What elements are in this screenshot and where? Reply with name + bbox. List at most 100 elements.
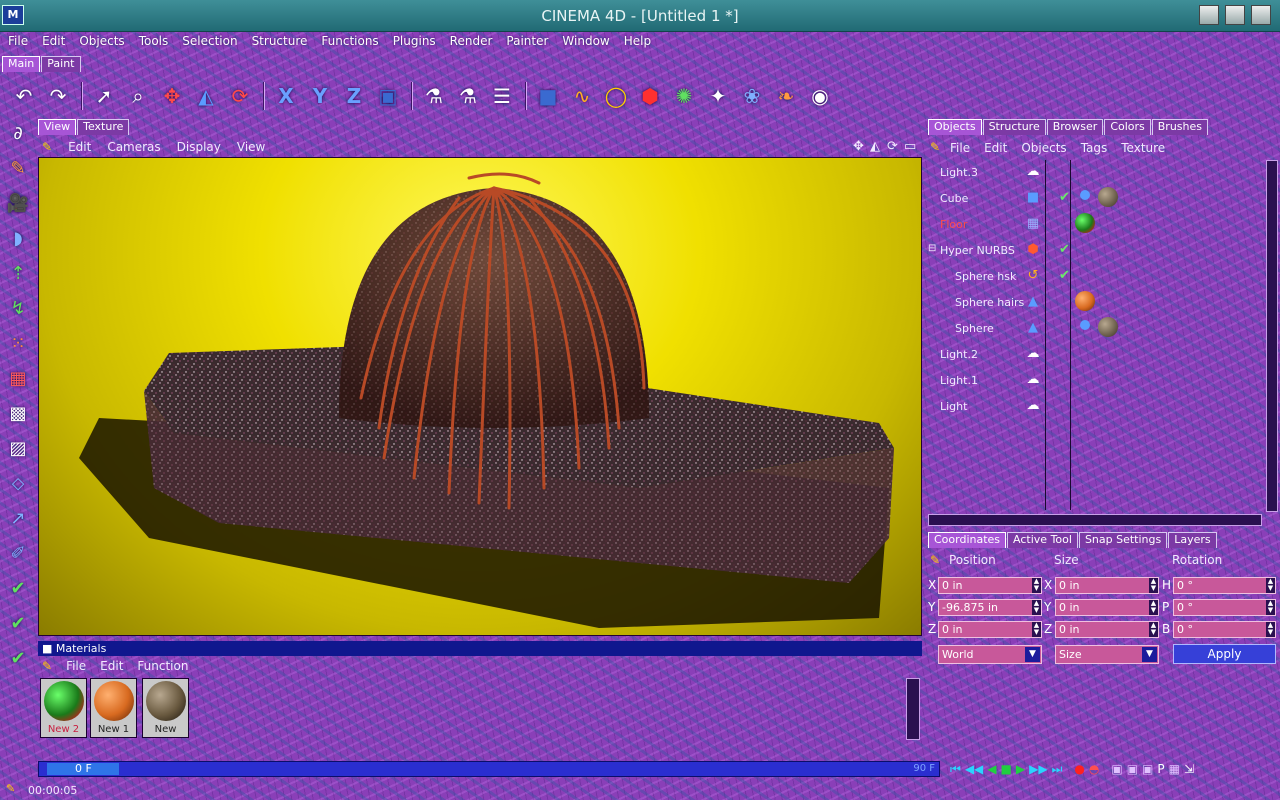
object-row[interactable]: ⊟ Hyper NURBS ⬢ ✔	[928, 238, 1258, 264]
object-name[interactable]: Light	[940, 400, 967, 413]
key-position-icon[interactable]: ▣	[1111, 762, 1122, 776]
sound-icon[interactable]: ◉	[804, 80, 836, 112]
object-row[interactable]: Sphere ▲	[928, 316, 1258, 342]
key-parameter-icon[interactable]: P	[1157, 762, 1164, 776]
render-view-icon[interactable]: ⚗	[418, 80, 450, 112]
move-icon[interactable]: ✥	[156, 80, 188, 112]
uv-tool-icon[interactable]: ▨	[3, 433, 33, 463]
collapse-toggle-icon[interactable]: ⊟	[928, 243, 936, 254]
coordinate-system-icon[interactable]: ▣	[372, 80, 404, 112]
object-name[interactable]: Sphere	[955, 322, 994, 335]
polygons-tool-icon[interactable]: ▦	[3, 363, 33, 393]
material-tag-icon[interactable]	[1098, 317, 1118, 337]
rotation-h-field[interactable]: 0 ° ▲ ▼	[1173, 577, 1276, 594]
camera-tool-icon[interactable]: 🎥	[3, 188, 33, 218]
object-menu-handle-icon[interactable]: ✎	[930, 140, 940, 154]
object-tree-vscrollbar[interactable]	[1266, 160, 1278, 512]
rotate-icon[interactable]: ⟳	[224, 80, 256, 112]
viewport-rotate-icon[interactable]: ⟳	[887, 139, 898, 154]
size-y-spinner[interactable]: ▲ ▼	[1149, 600, 1158, 615]
material-swatch[interactable]: New 2	[40, 678, 87, 738]
menu-tools[interactable]: Tools	[139, 34, 169, 48]
object-row[interactable]: Light.3 ☁	[928, 160, 1258, 186]
maximize-button[interactable]	[1225, 5, 1245, 25]
circle-spline-icon[interactable]: ◯	[600, 80, 632, 112]
size-y-field[interactable]: 0 in ▲ ▼	[1055, 599, 1159, 616]
object-tree-hscrollbar[interactable]	[928, 514, 1262, 526]
rotation-b-field[interactable]: 0 ° ▲ ▼	[1173, 621, 1276, 638]
object-row[interactable]: Floor ▦	[928, 212, 1258, 238]
object-name[interactable]: Light.1	[940, 374, 978, 387]
coordinate-mode-dropdown[interactable]: World ▼	[938, 645, 1042, 664]
object-row[interactable]: Cube ■ ✔	[928, 186, 1258, 212]
object-row[interactable]: Light.2 ☁	[928, 342, 1258, 368]
viewport-menu-handle-icon[interactable]: ✎	[42, 140, 52, 154]
object-name[interactable]: Cube	[940, 192, 968, 205]
timeline-current-frame[interactable]: 0 F	[47, 763, 119, 775]
rotation-b-spinner[interactable]: ▲ ▼	[1266, 622, 1275, 637]
timeline-resize-icon[interactable]: ⇲	[1184, 762, 1194, 776]
x-axis-icon[interactable]: X	[270, 80, 302, 112]
next-key-icon[interactable]: ▶▶	[1029, 762, 1047, 776]
axis-tool-icon[interactable]: ↯	[3, 293, 33, 323]
tab-brushes[interactable]: Brushes	[1151, 119, 1209, 135]
position-y-spinner[interactable]: ▲ ▼	[1032, 600, 1041, 615]
viewport-menu-display[interactable]: Display	[177, 140, 221, 154]
paint-tool-icon[interactable]: ✎	[3, 153, 33, 183]
tab-texture[interactable]: Texture	[77, 119, 130, 135]
viewport-menu-edit[interactable]: Edit	[68, 140, 91, 154]
texture-tag-icon[interactable]	[1080, 320, 1090, 330]
enable-tool-icon[interactable]: ✔	[3, 573, 33, 603]
tab-structure[interactable]: Structure	[982, 119, 1046, 135]
tab-browser[interactable]: Browser	[1046, 119, 1104, 135]
object-menu-file[interactable]: File	[950, 141, 970, 155]
undo-icon[interactable]: ↶	[8, 80, 40, 112]
object-menu-objects[interactable]: Objects	[1021, 141, 1066, 155]
enabled-check-icon[interactable]: ✔	[1059, 242, 1070, 257]
app-logo-icon[interactable]: M	[2, 5, 24, 25]
object-row[interactable]: Sphere hsk ↺ ✔	[928, 264, 1258, 290]
viewport-move-icon[interactable]: ✥	[853, 139, 864, 154]
model-tool-icon[interactable]: ◗	[3, 223, 33, 253]
coordinates-handle-icon[interactable]: ✎	[930, 553, 940, 567]
materials-menu-edit[interactable]: Edit	[100, 659, 123, 673]
spline-icon[interactable]: ∿	[566, 80, 598, 112]
material-tag-icon[interactable]	[1075, 291, 1095, 311]
tab-paint[interactable]: Paint	[41, 56, 81, 72]
menu-render[interactable]: Render	[450, 34, 493, 48]
object-name[interactable]: Sphere hairs	[955, 296, 1024, 309]
size-x-field[interactable]: 0 in ▲ ▼	[1055, 577, 1159, 594]
tab-objects[interactable]: Objects	[928, 119, 982, 135]
apply-button[interactable]: Apply	[1173, 644, 1276, 664]
tab-colors[interactable]: Colors	[1104, 119, 1151, 135]
timeline-slider[interactable]: 0 F 90 F	[38, 761, 940, 777]
render-settings-icon[interactable]: ☰	[486, 80, 518, 112]
size-z-spinner[interactable]: ▲ ▼	[1149, 622, 1158, 637]
key-scale-icon[interactable]: ▣	[1127, 762, 1138, 776]
3d-viewport[interactable]	[38, 157, 922, 636]
menu-edit[interactable]: Edit	[42, 34, 65, 48]
object-name[interactable]: Sphere hsk	[955, 270, 1016, 283]
redo-icon[interactable]: ↷	[42, 80, 74, 112]
material-swatch[interactable]: New 1	[90, 678, 137, 738]
position-z-spinner[interactable]: ▲ ▼	[1032, 622, 1041, 637]
scene-icon[interactable]: ❧	[770, 80, 802, 112]
previous-key-icon[interactable]: ◀◀	[965, 762, 983, 776]
cube-primitive-icon[interactable]: ■	[532, 80, 564, 112]
brush-tool-icon[interactable]: ✐	[3, 538, 33, 568]
viewport-zoom-icon[interactable]: ◭	[870, 139, 880, 154]
tab-view[interactable]: View	[38, 119, 77, 135]
menu-selection[interactable]: Selection	[182, 34, 237, 48]
y-axis-icon[interactable]: Y	[304, 80, 336, 112]
render-region-icon[interactable]: ⚗	[452, 80, 484, 112]
lasso-icon[interactable]: ∂	[3, 118, 33, 148]
animation-tool-icon[interactable]: ↗	[3, 503, 33, 533]
autokey-icon[interactable]: ◓	[1089, 762, 1099, 776]
position-x-spinner[interactable]: ▲ ▼	[1032, 578, 1041, 593]
menu-window[interactable]: Window	[562, 34, 609, 48]
z-axis-icon[interactable]: Z	[338, 80, 370, 112]
viewport-menu-view[interactable]: View	[237, 140, 265, 154]
rotation-p-field[interactable]: 0 ° ▲ ▼	[1173, 599, 1276, 616]
locked-tool-icon[interactable]: ✔	[3, 643, 33, 673]
nurbs-icon[interactable]: ⬢	[634, 80, 666, 112]
